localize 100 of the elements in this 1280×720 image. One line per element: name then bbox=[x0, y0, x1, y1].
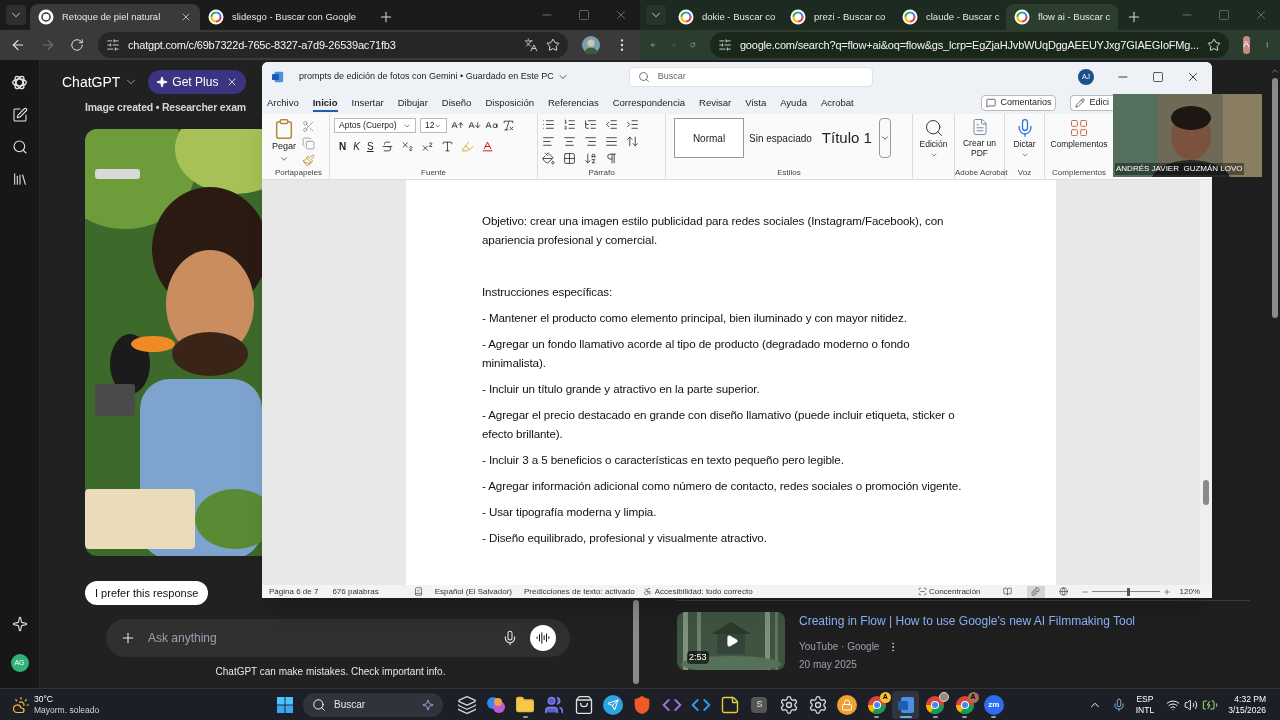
translate-icon[interactable] bbox=[524, 38, 538, 52]
input-language[interactable]: ESP INTL bbox=[1135, 693, 1155, 716]
language-status[interactable]: Español (El Salvador) bbox=[434, 585, 512, 598]
ribbon-tab[interactable]: Insertar bbox=[351, 94, 384, 112]
browser-tab[interactable]: slidesgo - Buscar con Google bbox=[200, 4, 370, 30]
justify-icon[interactable] bbox=[605, 135, 618, 148]
result-title-link[interactable]: Creating in Flow | How to use Google's new AI Filmmaking Tool bbox=[799, 612, 1135, 630]
library-icon[interactable] bbox=[11, 171, 28, 187]
line-spacing-icon[interactable] bbox=[626, 135, 639, 148]
taskbar-app[interactable]: S bbox=[745, 690, 773, 719]
voice-button[interactable] bbox=[530, 624, 556, 651]
align-center-icon[interactable] bbox=[563, 135, 576, 148]
ribbon-tab[interactable]: Correspondencia bbox=[612, 94, 686, 112]
clear-formatting-icon[interactable] bbox=[502, 119, 515, 132]
ribbon-tab[interactable]: Referencias bbox=[548, 94, 599, 112]
numbering-icon[interactable] bbox=[563, 118, 576, 131]
sparkle-icon[interactable] bbox=[11, 616, 28, 632]
add-ins-button[interactable]: Complementos bbox=[1049, 118, 1109, 151]
search-icon[interactable] bbox=[11, 139, 28, 155]
ribbon-tab[interactable]: Vista bbox=[745, 94, 767, 112]
ribbon-tab[interactable]: Ayuda bbox=[780, 94, 807, 112]
italic-button[interactable]: K bbox=[353, 139, 360, 154]
zoom-in-icon[interactable] bbox=[1162, 587, 1171, 596]
bold-button[interactable]: N bbox=[339, 139, 347, 154]
decrease-indent-icon[interactable] bbox=[605, 118, 618, 131]
font-select[interactable]: Aptos (Cuerpo) bbox=[334, 118, 416, 133]
focus-button[interactable]: Concentración bbox=[917, 585, 981, 598]
superscript-icon[interactable] bbox=[420, 140, 434, 153]
address-bar[interactable]: google.com/search?q=flow+ai&oq=flow&gs_lcrp=EgZjaHJvbWUqDggAEEUYJxg7GIAEGIoFMg... bbox=[709, 32, 1229, 58]
model-selector[interactable]: ChatGPT bbox=[62, 71, 139, 93]
ribbon-tab[interactable]: Disposición bbox=[485, 94, 534, 112]
comments-button[interactable]: Comentarios bbox=[981, 95, 1057, 111]
pilcrow-icon[interactable] bbox=[605, 152, 618, 165]
clock[interactable]: 4:32 PM 3/15/2026 bbox=[1228, 693, 1266, 716]
scrollbar-thumb[interactable] bbox=[632, 600, 639, 684]
shading-icon[interactable] bbox=[542, 152, 555, 165]
close-icon[interactable] bbox=[180, 11, 192, 23]
editing-button[interactable]: Edici bbox=[1070, 95, 1113, 111]
accessibility-status[interactable]: Accesibilidad: todo correcto bbox=[654, 585, 753, 598]
ribbon-tab[interactable]: Revisar bbox=[699, 94, 732, 112]
new-tab-icon[interactable] bbox=[1126, 9, 1142, 25]
style-option[interactable]: Título 1 bbox=[816, 118, 877, 158]
new-chat-icon[interactable] bbox=[11, 107, 28, 123]
paste-button[interactable]: Pegar bbox=[272, 118, 297, 167]
proofing-icon[interactable] bbox=[413, 587, 423, 596]
styles-more-button[interactable] bbox=[878, 118, 891, 158]
page-count[interactable]: Página 6 de 7 bbox=[269, 585, 319, 598]
search-field[interactable]: Buscar bbox=[628, 67, 873, 87]
browser-tab[interactable]: Retoque de piel natural bbox=[30, 4, 200, 30]
microphone-icon[interactable] bbox=[1111, 697, 1126, 712]
browser-tab[interactable]: flow ai - Buscar c bbox=[1006, 4, 1118, 30]
ribbon-tab[interactable]: Diseño bbox=[441, 94, 472, 112]
ribbon-tab[interactable]: Inicio bbox=[312, 94, 338, 112]
style-option[interactable]: Normal bbox=[674, 118, 744, 158]
message-input[interactable]: Ask anything bbox=[106, 618, 570, 657]
sort-icon[interactable] bbox=[584, 152, 597, 165]
reload-icon[interactable] bbox=[70, 38, 84, 52]
scrollbar-thumb[interactable] bbox=[1203, 480, 1209, 505]
bullets-icon[interactable] bbox=[542, 118, 555, 131]
create-pdf-button[interactable]: Crear un PDF bbox=[959, 118, 1000, 158]
site-info-icon[interactable] bbox=[717, 38, 732, 52]
video-thumbnail[interactable]: 2:53 bbox=[677, 612, 785, 670]
microphone-icon[interactable] bbox=[502, 629, 518, 646]
volume-icon[interactable] bbox=[1184, 697, 1199, 712]
app-icon[interactable]: S bbox=[751, 696, 768, 713]
style-option[interactable]: Sin espaciado bbox=[744, 118, 817, 158]
font-color-icon[interactable] bbox=[480, 140, 494, 153]
new-tab-icon[interactable] bbox=[378, 9, 394, 25]
view-button[interactable] bbox=[1026, 585, 1045, 598]
align-right-icon[interactable] bbox=[584, 135, 597, 148]
align-left-icon[interactable] bbox=[542, 135, 555, 148]
editing-menu-button[interactable]: Edición bbox=[917, 118, 950, 159]
accessibility-icon[interactable] bbox=[642, 587, 652, 596]
close-icon[interactable] bbox=[1186, 70, 1200, 84]
upgrade-button[interactable]: Get Plus bbox=[148, 70, 247, 94]
maximize-icon[interactable] bbox=[578, 9, 590, 21]
predictions-status[interactable]: Predicciones de texto: activado bbox=[524, 585, 635, 598]
maximize-icon[interactable] bbox=[1218, 9, 1230, 21]
slider-thumb[interactable] bbox=[1127, 587, 1131, 596]
profile-avatar[interactable] bbox=[582, 36, 600, 54]
underline-button[interactable]: S bbox=[366, 139, 374, 154]
scrollbar-thumb[interactable] bbox=[1272, 78, 1278, 318]
taskbar-search[interactable]: Buscar bbox=[303, 692, 443, 717]
address-bar[interactable]: chatgpt.com/c/69b7322d-765c-8327-a7d9-26539ac71fb3 bbox=[98, 32, 568, 58]
word-count[interactable]: 676 palabras bbox=[332, 585, 379, 598]
zoom-level[interactable]: 120% bbox=[1179, 585, 1200, 598]
chat-logo-icon[interactable] bbox=[11, 74, 28, 91]
scroll-up-icon[interactable] bbox=[1270, 66, 1280, 76]
back-icon[interactable] bbox=[10, 37, 26, 53]
prefer-response-button[interactable]: I prefer this response bbox=[85, 580, 209, 605]
site-info-icon[interactable] bbox=[106, 38, 120, 52]
multilevel-list-icon[interactable] bbox=[584, 118, 597, 131]
font-size-select[interactable]: 12 bbox=[420, 118, 447, 133]
dictate-button[interactable]: Dictar bbox=[1009, 118, 1040, 159]
ribbon-tab[interactable]: Dibujar bbox=[397, 94, 428, 112]
start-icon[interactable] bbox=[277, 696, 293, 713]
borders-icon[interactable] bbox=[563, 152, 576, 165]
bookmark-icon[interactable] bbox=[546, 38, 560, 52]
subscript-icon[interactable] bbox=[400, 140, 414, 153]
bookmark-icon[interactable] bbox=[1206, 38, 1221, 52]
